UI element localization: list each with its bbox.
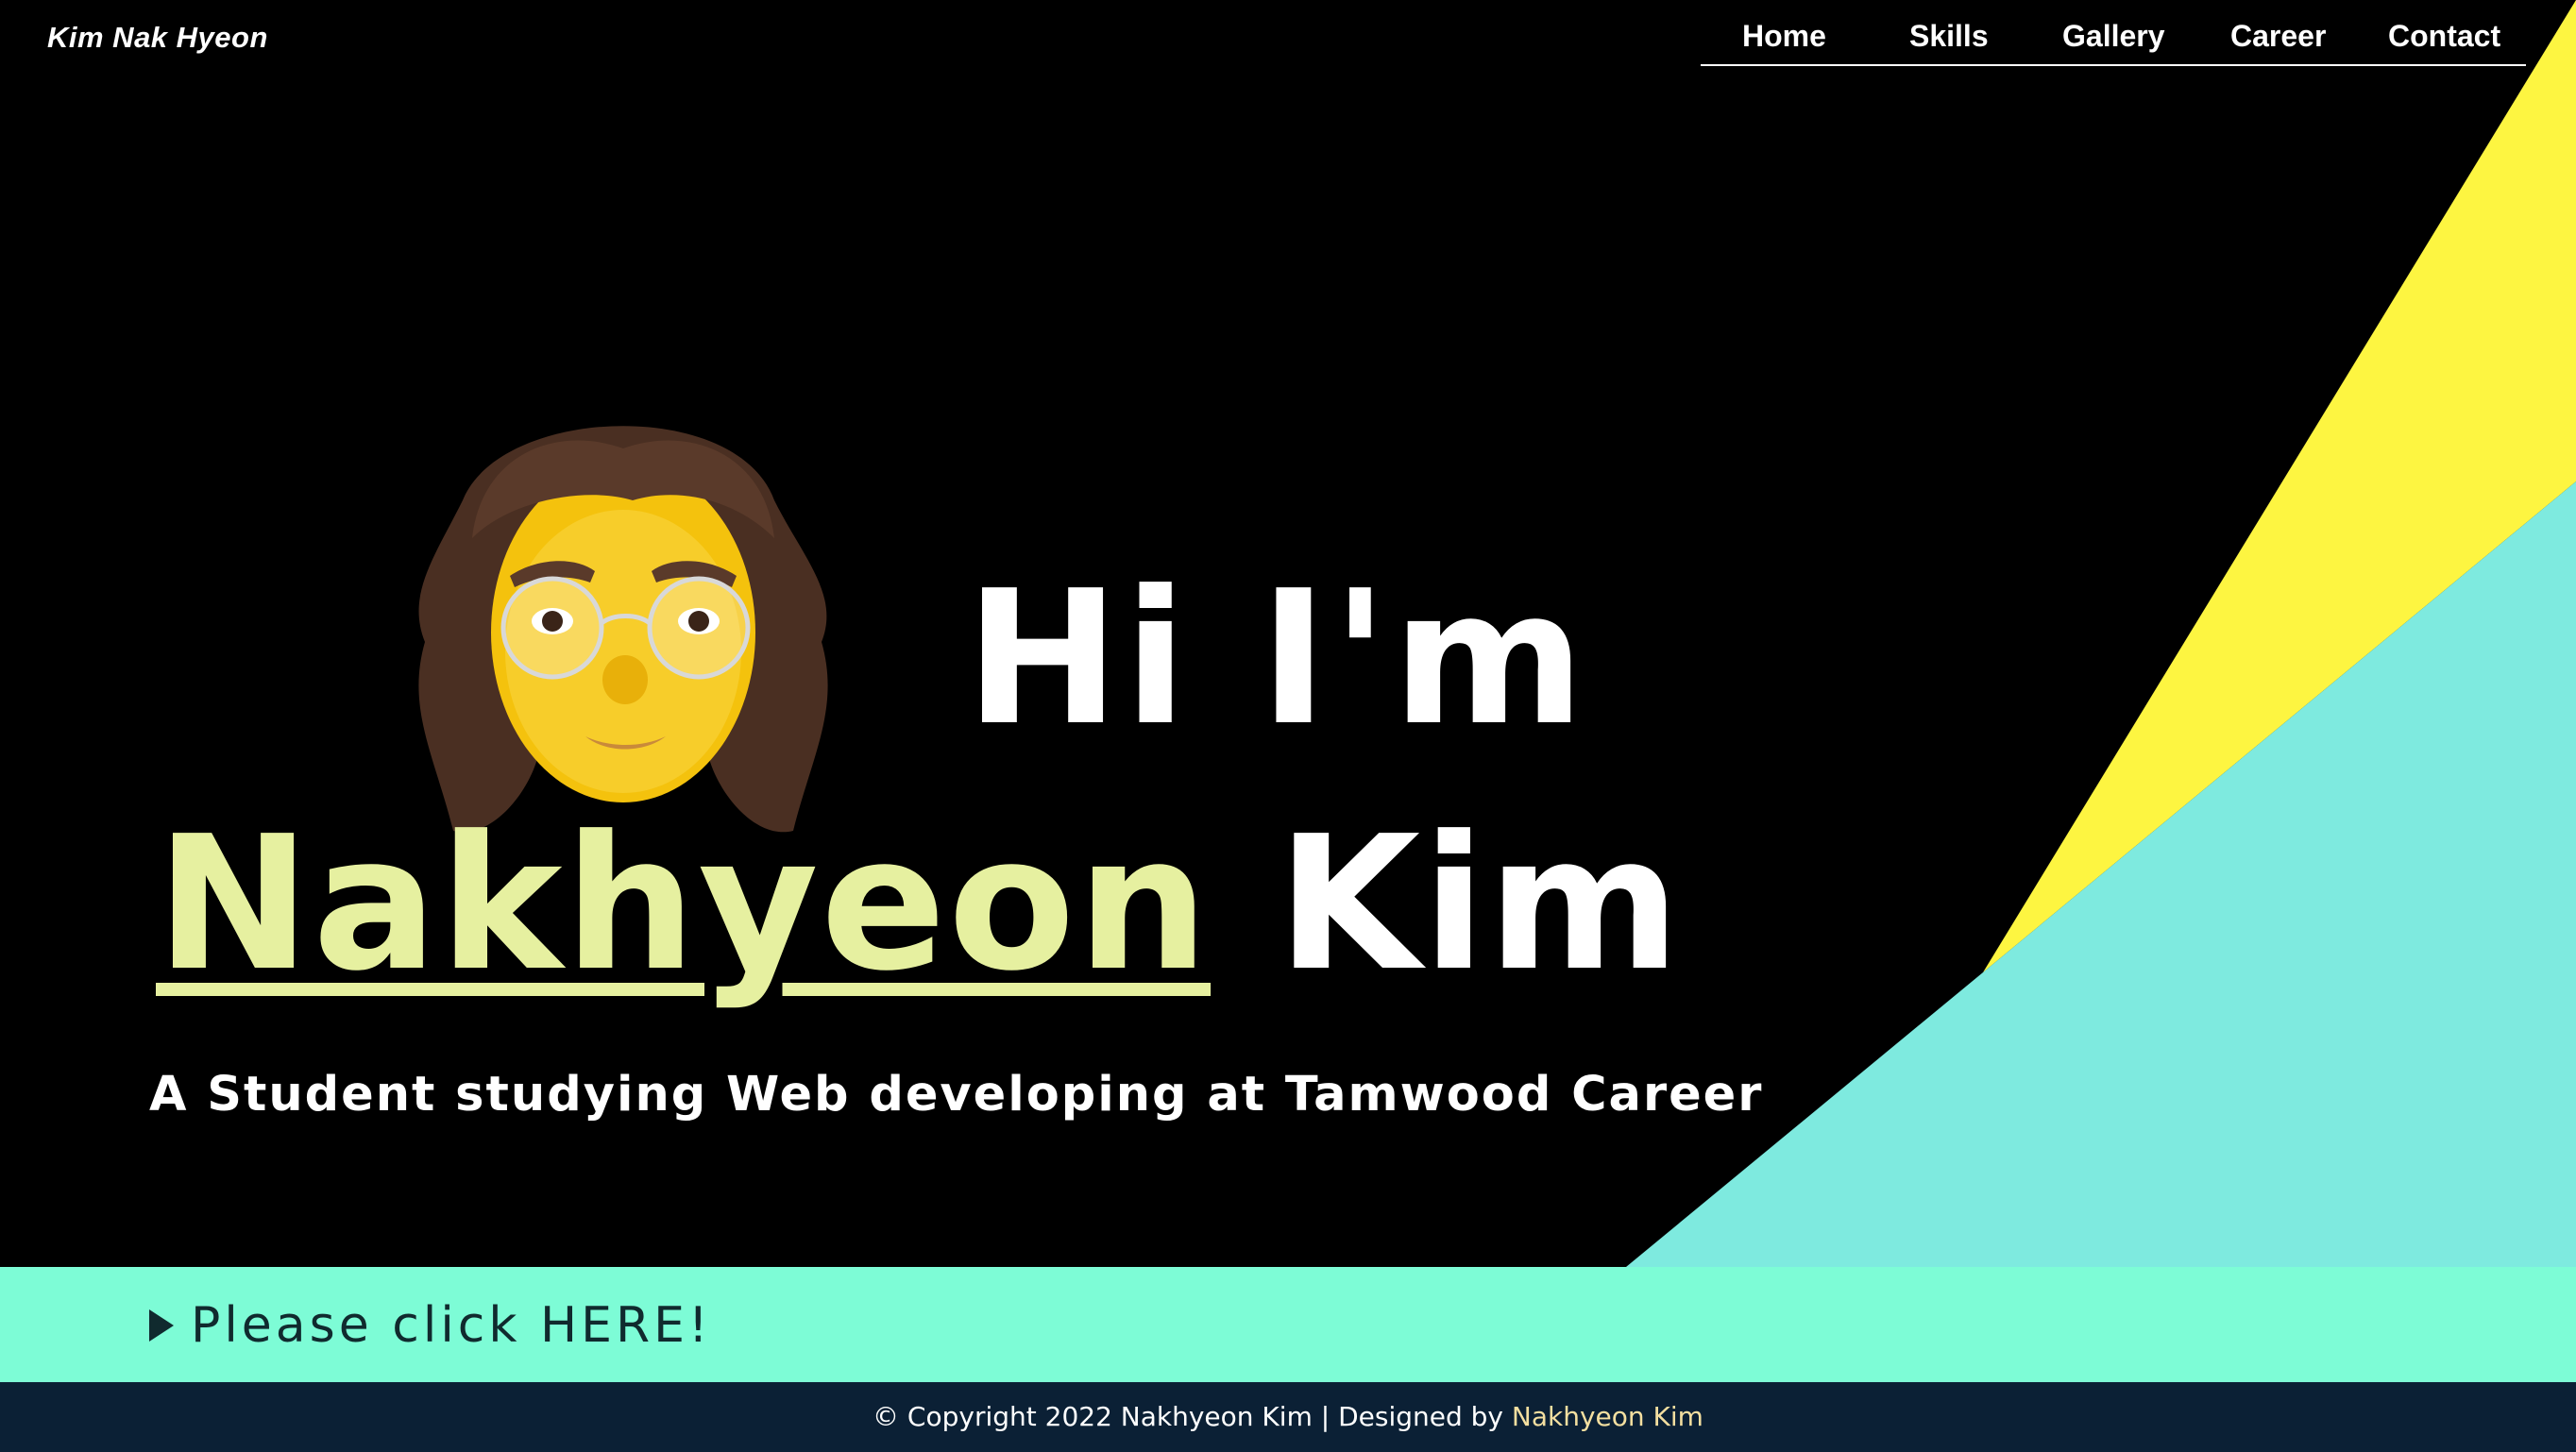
tagline: A Student studying Web developing at Tam… [149,1067,1764,1123]
first-name: Nakhyeon [156,797,1212,1012]
cta-link[interactable]: Please click HERE! [149,1297,712,1354]
cta-label: Please click HERE! [191,1297,712,1354]
nav-skills[interactable]: Skills [1909,19,1989,54]
main-nav: Home Skills Gallery Career Contact [1701,0,2526,66]
nav-contact[interactable]: Contact [2388,19,2500,54]
site-brand[interactable]: Kim Nak Hyeon [47,21,268,55]
nav-home[interactable]: Home [1742,19,1826,54]
footer: © Copyright 2022 Nakhyeon Kim | Designed… [0,1382,2576,1452]
nav-career[interactable]: Career [2230,19,2326,54]
cta-bar: Please click HERE! [0,1267,2576,1382]
hero-section: Kim Nak Hyeon Home Skills Gallery Career… [0,0,2576,1267]
last-name: Kim [1277,797,1683,1012]
name-heading: Nakhyeon Kim [156,812,1683,997]
designer-link[interactable]: Nakhyeon Kim [1512,1401,1703,1432]
play-arrow-icon [149,1309,174,1342]
greeting-heading: Hi I'm [965,551,1589,767]
copyright-text: © Copyright 2022 Nakhyeon Kim | Designed… [873,1401,1503,1432]
nav-gallery[interactable]: Gallery [2062,19,2165,54]
